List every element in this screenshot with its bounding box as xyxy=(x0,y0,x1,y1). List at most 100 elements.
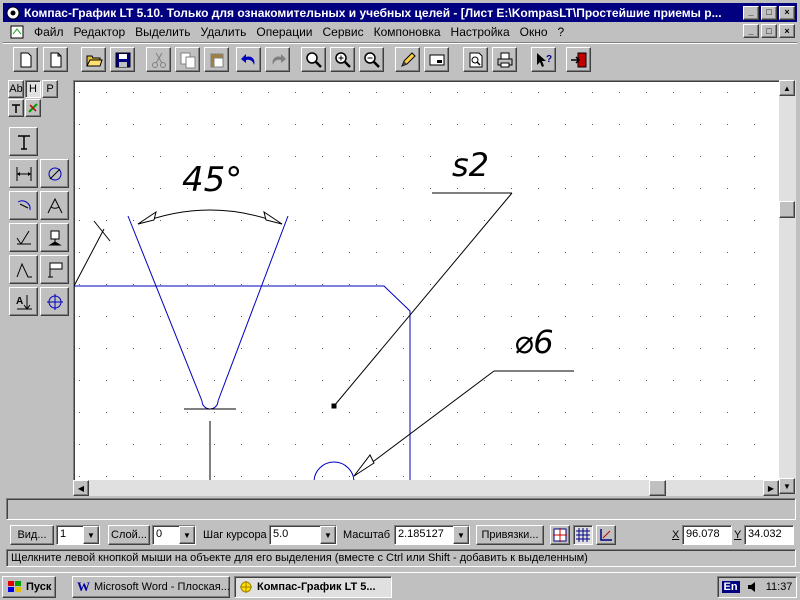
view-arrow-tool[interactable]: A xyxy=(9,287,38,316)
layer-select[interactable]: 0 ▼ xyxy=(152,525,196,545)
save-button[interactable] xyxy=(110,47,135,72)
vertical-scroll-thumb[interactable] xyxy=(779,201,795,218)
leader-point xyxy=(331,403,337,409)
menu-delete[interactable]: Удалить xyxy=(196,25,252,39)
base-symbol-tool[interactable] xyxy=(40,223,69,252)
scroll-left-button[interactable]: ◀ xyxy=(73,480,89,496)
minimize-button[interactable]: _ xyxy=(743,5,759,20)
x-coord-field[interactable]: 96.078 xyxy=(682,525,732,545)
chevron-down-icon[interactable]: ▼ xyxy=(179,526,195,544)
menu-select[interactable]: Выделить xyxy=(130,25,195,39)
document-icon[interactable] xyxy=(9,24,25,40)
diameter-text: ⌀6 xyxy=(514,323,554,361)
linear-dimension-tool[interactable] xyxy=(9,159,38,188)
tab-geometry[interactable] xyxy=(8,99,24,117)
task-kompas[interactable]: Компас-График LT 5... xyxy=(234,576,392,598)
menu-file[interactable]: Файл xyxy=(29,25,69,39)
close-button[interactable]: × xyxy=(779,5,795,20)
exit-button[interactable] xyxy=(566,47,591,72)
refresh-view-button[interactable] xyxy=(424,47,449,72)
grid-toggle-button[interactable] xyxy=(573,525,593,545)
kompas-app-icon[interactable] xyxy=(5,5,21,21)
clock[interactable]: 11:37 xyxy=(766,581,793,593)
start-button[interactable]: Пуск xyxy=(2,576,56,598)
cut-button[interactable] xyxy=(146,47,171,72)
context-help-button[interactable]: ? xyxy=(531,47,556,72)
zoom-in-button[interactable] xyxy=(330,47,355,72)
task-word[interactable]: W Microsoft Word - Плоская... xyxy=(72,576,230,598)
scroll-down-button[interactable]: ▼ xyxy=(779,478,795,494)
base-symbol-icon xyxy=(47,230,62,245)
doc-minimize-button[interactable]: _ xyxy=(743,24,759,38)
kompas-task-icon xyxy=(240,581,252,593)
snap-toggle-button[interactable] xyxy=(550,525,570,545)
drawing-svg[interactable]: 45° s2 ⌀6 xyxy=(74,81,781,481)
horizontal-scrollbar[interactable]: ◀ ▶ xyxy=(73,480,779,496)
preview-button[interactable] xyxy=(463,47,488,72)
new-drawing-button[interactable] xyxy=(13,47,38,72)
copy-button[interactable] xyxy=(175,47,200,72)
roughness-tool[interactable] xyxy=(9,223,38,252)
maximize-button[interactable]: □ xyxy=(761,5,777,20)
tolerance-tool[interactable] xyxy=(40,255,69,284)
geometry-tab-icon xyxy=(12,104,20,113)
chevron-down-icon[interactable]: ▼ xyxy=(83,526,99,544)
menu-settings[interactable]: Настройка xyxy=(446,25,515,39)
y-coord-field[interactable]: 34.032 xyxy=(744,525,794,545)
tab-dimensions[interactable]: H xyxy=(25,80,41,98)
view-button[interactable]: Вид... xyxy=(10,525,54,545)
open-button[interactable] xyxy=(81,47,106,72)
angular-dimension-tool[interactable] xyxy=(40,191,69,220)
redo-button[interactable] xyxy=(265,47,290,72)
pan-button[interactable] xyxy=(395,47,420,72)
menu-layout[interactable]: Компоновка xyxy=(369,25,446,39)
magnifier-icon xyxy=(305,51,322,68)
chevron-down-icon[interactable]: ▼ xyxy=(320,526,336,544)
printer-icon xyxy=(497,52,512,67)
zoom-window-button[interactable] xyxy=(301,47,326,72)
diameter-leader xyxy=(353,370,495,477)
ortho-toggle-button[interactable] xyxy=(596,525,616,545)
scroll-right-button[interactable]: ▶ xyxy=(763,480,779,496)
paste-button[interactable] xyxy=(204,47,229,72)
tab-params[interactable]: P xyxy=(42,80,58,98)
snaps-button[interactable]: Привязки... xyxy=(476,525,544,545)
scroll-up-button[interactable]: ▲ xyxy=(779,80,795,96)
cursor-step-select[interactable]: 5.0 ▼ xyxy=(269,525,337,545)
horizontal-scroll-thumb[interactable] xyxy=(649,480,666,496)
drawing-canvas[interactable]: 45° s2 ⌀6 xyxy=(73,80,781,481)
menu-operations[interactable]: Операции xyxy=(251,25,317,39)
tab-annotations[interactable]: Ab xyxy=(8,80,24,98)
scale-select[interactable]: 2.185127 ▼ xyxy=(394,525,470,545)
leader-tool[interactable] xyxy=(9,255,38,284)
windows-logo-icon xyxy=(8,581,21,592)
layer-button[interactable]: Слой... xyxy=(108,525,150,545)
title-bar[interactable]: Компас-График LT 5.10. Только для ознако… xyxy=(3,3,797,22)
chevron-down-icon[interactable]: ▼ xyxy=(453,526,469,544)
new-fragment-button[interactable] xyxy=(43,47,68,72)
grid-icon xyxy=(576,528,590,542)
zoom-out-button[interactable] xyxy=(359,47,384,72)
menu-help[interactable]: ? xyxy=(553,25,570,39)
center-mark-tool[interactable] xyxy=(40,287,69,316)
language-indicator[interactable]: En xyxy=(721,581,740,593)
speaker-icon[interactable] xyxy=(747,581,759,593)
doc-restore-button[interactable]: □ xyxy=(761,24,777,38)
vertical-scrollbar[interactable]: ▲ ▼ xyxy=(779,80,796,494)
tab-edit[interactable] xyxy=(25,99,41,117)
print-button[interactable] xyxy=(492,47,517,72)
menu-editor[interactable]: Редактор xyxy=(69,25,131,39)
menu-window[interactable]: Окно xyxy=(515,25,553,39)
y-coord-label: Y xyxy=(734,529,742,541)
view-select[interactable]: 1 ▼ xyxy=(56,525,100,545)
diameter-dimension-icon xyxy=(48,167,61,180)
new-drawing-icon xyxy=(20,52,31,67)
text-tool[interactable] xyxy=(9,127,38,156)
message-bar xyxy=(6,498,796,520)
doc-close-button[interactable]: × xyxy=(779,24,795,38)
annotation-lines xyxy=(74,192,574,480)
undo-button[interactable] xyxy=(236,47,261,72)
menu-service[interactable]: Сервис xyxy=(318,25,369,39)
diameter-dimension-tool[interactable] xyxy=(40,159,69,188)
radius-dimension-tool[interactable] xyxy=(9,191,38,220)
